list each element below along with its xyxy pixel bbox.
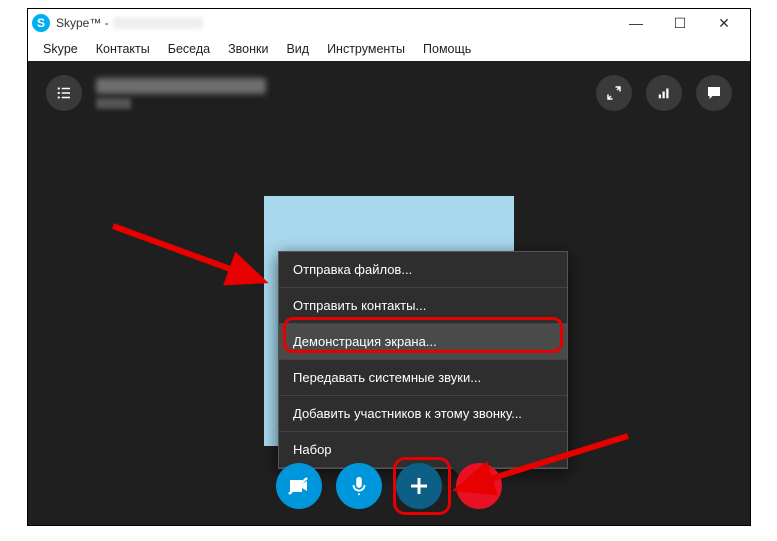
call-quality-button[interactable]: [646, 75, 682, 111]
plus-menu-popup: Отправка файлов... Отправить контакты...…: [278, 251, 568, 469]
menu-tools[interactable]: Инструменты: [318, 39, 414, 59]
window-title: Skype™ -: [56, 16, 109, 30]
app-window: S Skype™ - — ☐ ✕ Skype Контакты Беседа З…: [27, 8, 751, 526]
menu-contacts[interactable]: Контакты: [87, 39, 159, 59]
list-button[interactable]: [46, 75, 82, 111]
skype-logo-icon: S: [32, 14, 50, 32]
menu-item-send-files[interactable]: Отправка файлов...: [279, 252, 567, 288]
maximize-button[interactable]: ☐: [658, 9, 702, 37]
chat-button[interactable]: [696, 75, 732, 111]
plus-button[interactable]: [396, 463, 442, 509]
fullscreen-button[interactable]: [596, 75, 632, 111]
menu-item-share-screen[interactable]: Демонстрация экрана...: [279, 324, 567, 360]
menubar: Skype Контакты Беседа Звонки Вид Инструм…: [28, 37, 750, 61]
contact-name-redacted: [96, 78, 266, 94]
close-button[interactable]: ✕: [702, 9, 746, 37]
annotation-arrow-left: [108, 221, 288, 301]
hangup-button[interactable]: [456, 463, 502, 509]
call-controls: [276, 463, 502, 509]
call-area: Отправка файлов... Отправить контакты...…: [28, 61, 750, 525]
menu-skype[interactable]: Skype: [34, 39, 87, 59]
menu-item-send-contacts[interactable]: Отправить контакты...: [279, 288, 567, 324]
menu-help[interactable]: Помощь: [414, 39, 480, 59]
menu-item-system-sounds[interactable]: Передавать системные звуки...: [279, 360, 567, 396]
contact-subtitle-redacted: [96, 98, 131, 109]
camera-off-button[interactable]: [276, 463, 322, 509]
window-title-redacted: [113, 17, 203, 29]
microphone-button[interactable]: [336, 463, 382, 509]
titlebar: S Skype™ - — ☐ ✕: [28, 9, 750, 37]
menu-item-add-participants[interactable]: Добавить участников к этому звонку...: [279, 396, 567, 432]
contact-name-block: [96, 78, 266, 109]
menu-calls[interactable]: Звонки: [219, 39, 277, 59]
call-top-bar: [28, 75, 750, 111]
menu-conversation[interactable]: Беседа: [159, 39, 219, 59]
minimize-button[interactable]: —: [614, 9, 658, 37]
window-controls: — ☐ ✕: [614, 9, 746, 37]
menu-view[interactable]: Вид: [277, 39, 318, 59]
